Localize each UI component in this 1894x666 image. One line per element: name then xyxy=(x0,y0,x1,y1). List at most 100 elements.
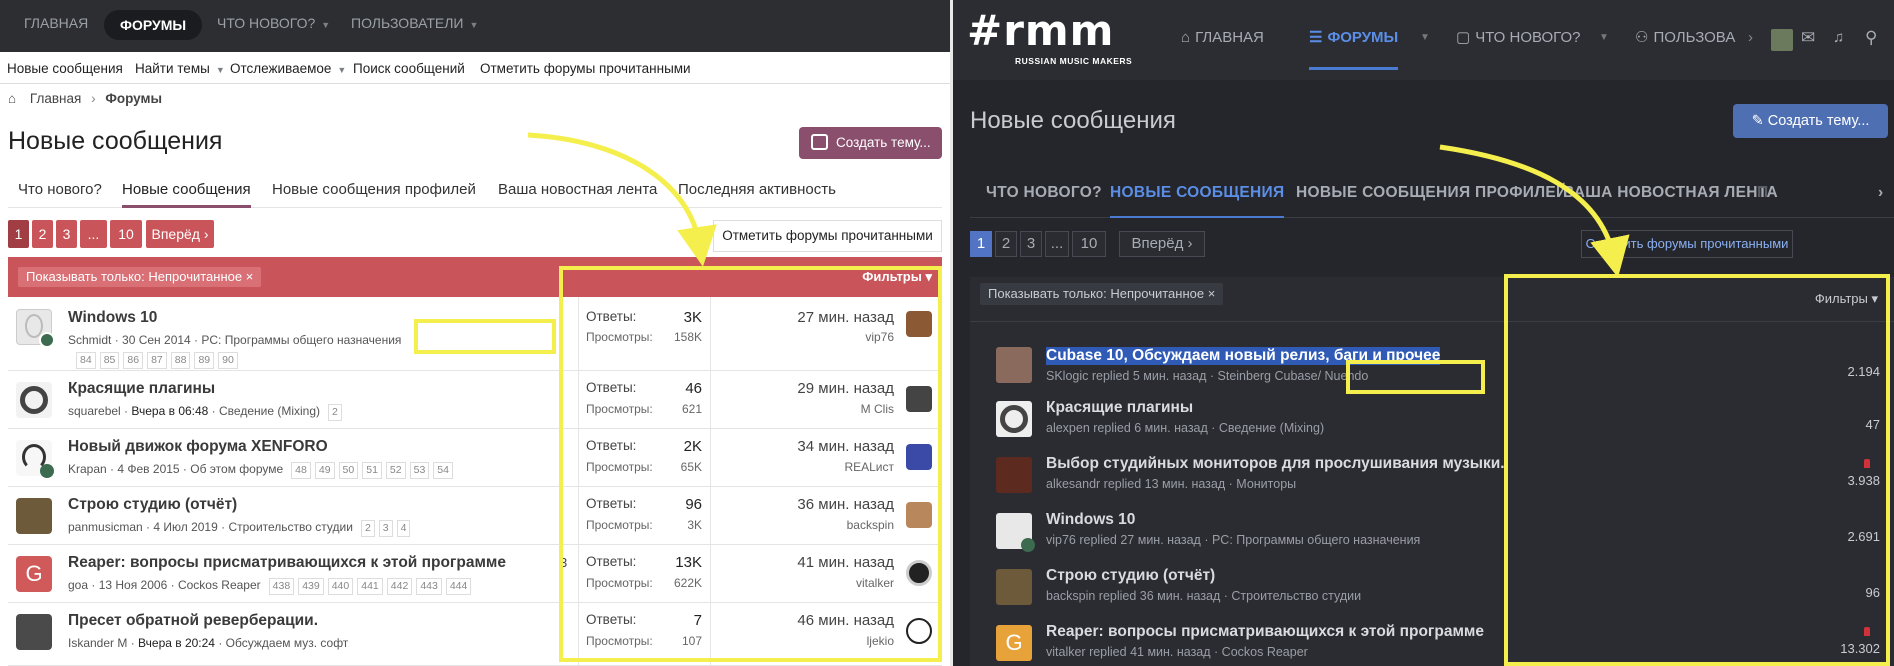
last-poster-avatar[interactable] xyxy=(906,560,932,586)
thread-page-link[interactable]: 87 xyxy=(147,352,167,369)
thread-page-link[interactable]: 54 xyxy=(433,462,453,479)
avatar[interactable] xyxy=(16,440,54,478)
thread-page-link[interactable]: 49 xyxy=(314,462,335,479)
search-icon[interactable]: ⚲ xyxy=(1865,0,1877,80)
tab-whats-new[interactable]: Что нового? xyxy=(18,181,102,205)
avatar[interactable]: G xyxy=(16,556,52,592)
last-post-user[interactable]: REALист xyxy=(844,460,894,474)
last-post-user[interactable]: M Clis xyxy=(861,402,894,416)
thread-date[interactable]: Вчера в 20:24 xyxy=(138,636,215,650)
page-link[interactable]: 10 xyxy=(110,220,142,248)
thread-title[interactable]: Reaper: вопросы присматривающихся к этой… xyxy=(68,554,506,572)
thread-forum[interactable]: Обсуждаем муз. софт xyxy=(226,636,349,650)
breadcrumb-forums[interactable]: Форумы xyxy=(105,91,162,106)
thread-title[interactable]: Выбор студийных мониторов для прослушива… xyxy=(1046,455,1505,473)
thread-page-link[interactable]: 48 xyxy=(291,462,311,479)
tab-whats-new[interactable]: ЧТО НОВОГО? xyxy=(986,184,1102,216)
table-row[interactable]: Красящие плагины squarebel · Вчера в 06:… xyxy=(8,371,942,429)
thread-page-link[interactable]: 50 xyxy=(338,462,359,479)
last-post-time[interactable]: 27 мин. назад xyxy=(797,309,894,326)
thread-page-link[interactable]: 4 xyxy=(396,520,411,537)
avatar[interactable] xyxy=(16,498,52,534)
thread-page-link[interactable]: 439 xyxy=(298,578,324,595)
thread-title[interactable]: Строю студию (отчёт) xyxy=(1046,567,1215,585)
nav-forums[interactable]: ФОРУМЫ xyxy=(104,10,203,40)
thread-title[interactable]: Reaper: вопросы присматривающихся к этой… xyxy=(1046,623,1484,641)
mail-icon[interactable]: ✉ xyxy=(1801,0,1815,80)
thread-page-link[interactable]: 85 xyxy=(99,352,120,369)
thread-page-link[interactable]: 443 xyxy=(416,578,442,595)
table-row[interactable]: Пресет обратной реверберации. Iskander M… xyxy=(8,603,942,666)
thread-author[interactable]: goa xyxy=(68,578,88,592)
thread-author[interactable]: panmusicman xyxy=(68,520,143,534)
thread-date[interactable]: 13 Ноя 2006 xyxy=(99,578,168,592)
page-link[interactable]: 2 xyxy=(995,231,1017,257)
nav-users[interactable]: ⚇ ПОЛЬЗОВА xyxy=(1635,0,1735,80)
avatar[interactable]: G xyxy=(996,625,1032,661)
unread-filter-chip[interactable]: Показывать только: Непрочитанное × xyxy=(980,283,1224,305)
thread-title[interactable]: Пресет обратной реверберации. xyxy=(68,612,318,630)
tab-latest-activity[interactable]: П xyxy=(1757,184,1768,216)
filters-dropdown[interactable]: Фильтры ▾ xyxy=(862,269,932,285)
thread-date[interactable]: 30 Сен 2014 xyxy=(122,333,191,347)
create-thread-button[interactable]: Создать тему... xyxy=(799,127,942,159)
thread-page-link[interactable]: 89 xyxy=(194,352,215,369)
list-item[interactable]: Красящие плагины alexpen replied 6 мин. … xyxy=(970,393,1894,449)
thread-author[interactable]: Krapan xyxy=(68,462,107,476)
thread-page-link[interactable]: 440 xyxy=(327,578,354,595)
table-row[interactable]: Windows 10 Schmidt · 30 Сен 2014 · PC: П… xyxy=(8,297,942,371)
thread-date[interactable]: 4 Фев 2015 xyxy=(117,462,179,476)
thread-title[interactable]: Cubase 10, Обсуждаем новый релиз, баги и… xyxy=(1046,347,1441,365)
avatar[interactable] xyxy=(996,347,1032,383)
last-poster-avatar[interactable] xyxy=(906,444,932,470)
thread-date[interactable]: 4 Июл 2019 xyxy=(153,520,217,534)
create-thread-button[interactable]: ✎ Создать тему... xyxy=(1733,104,1888,138)
tab-profile-posts[interactable]: Новые сообщения профилей xyxy=(272,181,476,205)
table-row[interactable]: G Reaper: вопросы присматривающихся к эт… xyxy=(8,545,942,603)
thread-page-link[interactable]: 86 xyxy=(123,352,144,369)
thread-forum[interactable]: Об этом форуме xyxy=(190,462,283,476)
page-link[interactable]: 1 xyxy=(8,220,29,248)
subnav-new-posts[interactable]: Новые сообщения xyxy=(7,61,123,76)
last-post-time[interactable]: 46 мин. назад xyxy=(797,612,894,629)
thread-forum[interactable]: Cockos Reaper xyxy=(178,578,261,592)
nav-overflow-icon[interactable]: › xyxy=(1748,0,1753,80)
list-item[interactable]: Cubase 10, Обсуждаем новый релиз, баги и… xyxy=(970,337,1894,393)
page-link[interactable]: 3 xyxy=(1020,231,1042,257)
last-post-user[interactable]: ljekio xyxy=(867,634,894,648)
last-post-time[interactable]: 34 мин. назад xyxy=(797,438,894,455)
thread-page-link[interactable]: 88 xyxy=(170,352,191,369)
page-link[interactable]: 3 xyxy=(56,220,77,248)
bell-icon[interactable]: ♫ xyxy=(1833,0,1844,80)
subnav-watched[interactable]: Отслеживаемое ▼ xyxy=(230,61,346,76)
next-page-button[interactable]: Вперёд › xyxy=(146,220,214,248)
list-item[interactable]: Выбор студийных мониторов для прослушива… xyxy=(970,449,1894,505)
tab-news-feed[interactable]: Ваша новостная лента xyxy=(498,181,657,205)
list-item[interactable]: Строю студию (отчёт) backspin replied 36… xyxy=(970,561,1894,617)
last-post-time[interactable]: 36 мин. назад xyxy=(797,496,894,513)
thread-page-link[interactable]: 444 xyxy=(445,578,472,595)
last-post-user[interactable]: vip76 xyxy=(865,330,894,344)
thread-title[interactable]: Windows 10 xyxy=(1046,511,1135,529)
tab-latest-activity[interactable]: Последняя активность xyxy=(678,181,836,205)
table-row[interactable]: Строю студию (отчёт) panmusicman · 4 Июл… xyxy=(8,487,942,545)
list-item[interactable]: Windows 10 vip76 replied 27 мин. назад ·… xyxy=(970,505,1894,561)
nav-users[interactable]: ПОЛЬЗОВАТЕЛИ ▼ xyxy=(351,0,478,52)
chevron-down-icon[interactable]: ▼ xyxy=(1599,0,1609,80)
mark-forums-read-button[interactable]: Отметить форумы прочитанными xyxy=(1581,230,1793,258)
tab-new-posts[interactable]: Новые сообщения xyxy=(122,181,251,208)
nav-whats-new[interactable]: ЧТО НОВОГО? ▼ xyxy=(217,0,330,52)
thread-page-link[interactable]: 438 xyxy=(268,578,295,595)
breadcrumb-home[interactable]: Главная xyxy=(30,91,81,106)
list-item[interactable]: G Reaper: вопросы присматривающихся к эт… xyxy=(970,617,1894,666)
avatar[interactable] xyxy=(996,513,1035,552)
subnav-find-threads[interactable]: Найти темы ▼ xyxy=(135,61,225,76)
page-link[interactable]: 1 xyxy=(970,231,992,257)
thread-author[interactable]: Schmidt xyxy=(68,333,111,347)
mark-forums-read-button[interactable]: Отметить форумы прочитанными xyxy=(713,220,942,252)
last-poster-avatar[interactable] xyxy=(906,502,932,528)
thread-forum[interactable]: PC: Программы общего назначения xyxy=(201,333,401,347)
thread-title[interactable]: Красящие плагины xyxy=(68,380,215,398)
tab-new-posts[interactable]: НОВЫЕ СООБЩЕНИЯ xyxy=(1110,184,1285,218)
last-poster-avatar[interactable] xyxy=(906,311,932,337)
